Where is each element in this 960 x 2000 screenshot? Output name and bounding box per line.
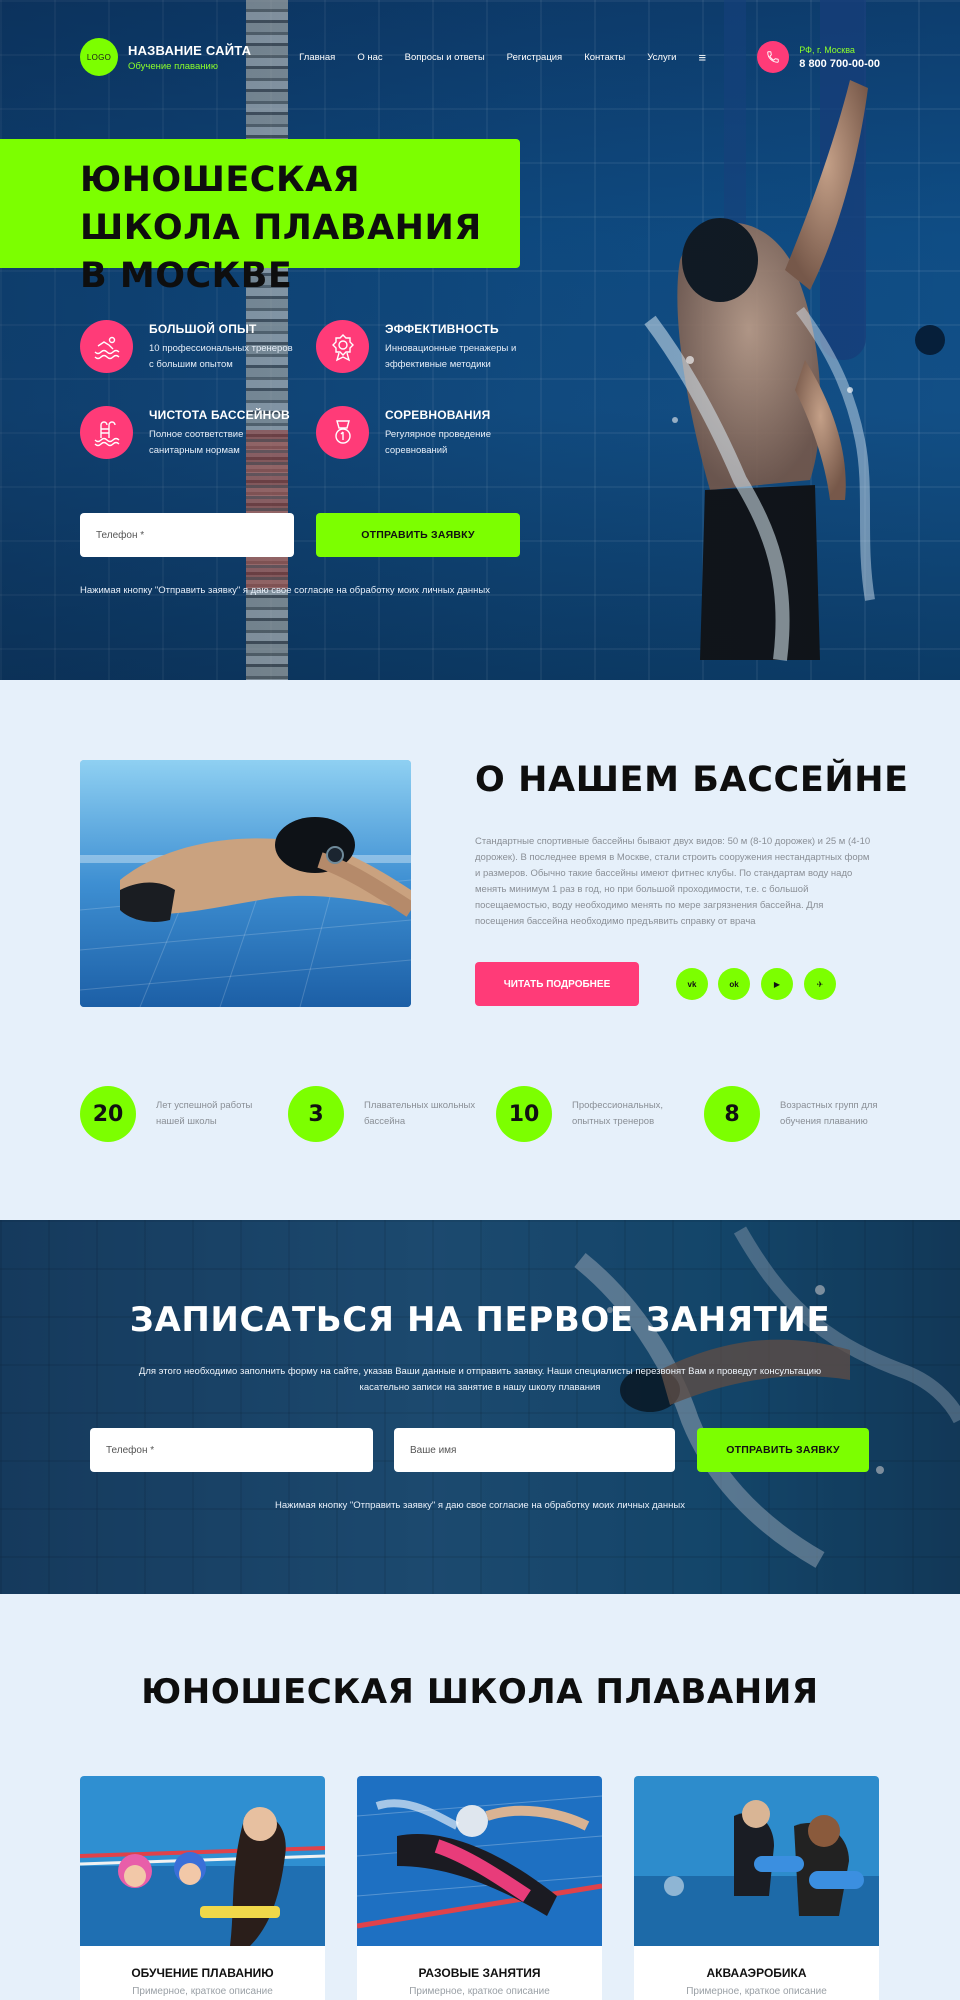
stat-value: 8 [704, 1086, 760, 1142]
nav-item-faq[interactable]: Вопросы и ответы [405, 52, 485, 63]
stat-years: 20 Лет успешной работы нашей школы [80, 1086, 280, 1142]
signup-consent-text: Нажимая кнопку "Отправить заявку" я даю … [275, 1500, 685, 1511]
hero-submit-button[interactable]: ОТПРАВИТЬ ЗАЯВКУ [316, 513, 520, 557]
contact-city: РФ, г. Москва [799, 44, 855, 55]
signup-title: ЗАПИСАТЬСЯ НА ПЕРВОЕ ЗАНЯТИЕ [129, 1300, 831, 1340]
vk-icon[interactable]: vk [676, 968, 708, 1000]
feature-text: Инновационные тренажеры и эффективные ме… [385, 343, 517, 370]
phone-icon[interactable] [757, 41, 790, 73]
youtube-icon[interactable]: ▶ [761, 968, 793, 1000]
feature-text: 10 профессиональных тренеров с большим о… [149, 343, 293, 370]
feature-experience: БОЛЬШОЙ ОПЫТ 10 профессиональных тренеро… [80, 320, 300, 380]
stat-groups: 8 Возрастных групп для обучения плаванию [704, 1086, 904, 1142]
signup-section: ЗАПИСАТЬСЯ НА ПЕРВОЕ ЗАНЯТИЕ Для этого н… [0, 1220, 960, 1594]
stat-value: 20 [80, 1086, 136, 1142]
feature-cleanliness: ЧИСТОТА БАССЕЙНОВ Полное соответствие са… [80, 406, 300, 466]
about-title: О НАШЕМ БАССЕЙНЕ [475, 760, 909, 800]
signup-text: Для этого необходимо заполнить форму на … [138, 1366, 822, 1393]
feature-efficiency: ЭФФЕКТИВНОСТЬ Инновационные тренажеры и … [316, 320, 536, 380]
service-card[interactable]: РАЗОВЫЕ ЗАНЯТИЯ Примерное, краткое описа… [357, 1776, 602, 2000]
read-more-button[interactable]: ЧИТАТЬ ПОДРОБНЕЕ [475, 962, 639, 1006]
main-nav: Главная О нас Вопросы и ответы Регистрац… [299, 50, 706, 65]
feature-text: Регулярное проведение соревнований [385, 429, 492, 456]
feature-title: БОЛЬШОЙ ОПЫТ [149, 322, 257, 336]
hero-consent-text: Нажимая кнопку "Отправить заявку" я даю … [80, 585, 490, 596]
menu-icon[interactable]: ≡ [698, 50, 706, 65]
card-photo [357, 1776, 602, 1946]
stat-value: 10 [496, 1086, 552, 1142]
stat-coaches: 10 Профессиональных, опытных тренеров [496, 1086, 696, 1142]
nav-item-services[interactable]: Услуги [647, 52, 676, 63]
site-name: НАЗВАНИЕ САЙТА [128, 42, 252, 58]
about-photo [80, 760, 411, 1007]
card-description: Примерное, краткое описание [409, 1986, 550, 1997]
card-title: РАЗОВЫЕ ЗАНЯТИЯ [418, 1966, 541, 1980]
card-title: АКВААЭРОБИКА [706, 1966, 807, 1980]
brand: НАЗВАНИЕ САЙТА Обучение плаванию [128, 43, 251, 72]
telegram-icon[interactable]: ✈ [804, 968, 836, 1000]
pool-ladder-icon [80, 406, 133, 459]
feature-title: ЧИСТОТА БАССЕЙНОВ [149, 408, 290, 422]
stat-text: Плавательных школьных бассейна [364, 1100, 476, 1127]
hero-section: LOGO НАЗВАНИЕ САЙТА Обучение плаванию Гл… [0, 0, 960, 680]
nav-item-registration[interactable]: Регистрация [507, 52, 563, 63]
signup-overlay [0, 1220, 960, 1594]
contact-phone[interactable]: 8 800 700-00-00 [799, 58, 880, 70]
hero-title: ЮНОШЕСКАЯ ШКОЛА ПЛАВАНИЯ В МОСКВЕ [80, 160, 482, 296]
hero-phone-input[interactable]: Телефон * [80, 513, 294, 557]
nav-item-about[interactable]: О нас [357, 52, 382, 63]
site-subtitle: Обучение плаванию [128, 60, 218, 72]
feature-competitions: СОРЕВНОВАНИЯ Регулярное проведение сорев… [316, 406, 536, 466]
stat-text: Лет успешной работы нашей школы [156, 1100, 253, 1127]
signup-phone-input[interactable]: Телефон * [90, 1428, 373, 1472]
contact-text: РФ, г. Москва 8 800 700-00-00 [799, 45, 880, 70]
header-contact: РФ, г. Москва 8 800 700-00-00 [757, 41, 880, 73]
site-header: LOGO НАЗВАНИЕ САЙТА Обучение плаванию Гл… [80, 37, 880, 77]
award-icon [316, 406, 369, 459]
stat-value: 3 [288, 1086, 344, 1142]
stat-text: Профессиональных, опытных тренеров [572, 1100, 664, 1127]
odnoklassniki-icon[interactable]: ok [718, 968, 750, 1000]
signup-submit-button[interactable]: ОТПРАВИТЬ ЗАЯВКУ [697, 1428, 869, 1472]
card-photo [634, 1776, 879, 1946]
stat-text: Возрастных групп для обучения плаванию [780, 1100, 878, 1127]
page: LOGO НАЗВАНИЕ САЙТА Обучение плаванию Гл… [0, 0, 960, 2000]
feature-title: ЭФФЕКТИВНОСТЬ [385, 322, 499, 336]
feature-title: СОРЕВНОВАНИЯ [385, 408, 491, 422]
stat-pools: 3 Плавательных школьных бассейна [288, 1086, 488, 1142]
medal-icon [316, 320, 369, 373]
card-photo [80, 1776, 325, 1946]
signup-name-input[interactable]: Ваше имя [394, 1428, 675, 1472]
card-description: Примерное, краткое описание [132, 1986, 273, 1997]
nav-item-contacts[interactable]: Контакты [584, 52, 625, 63]
service-card[interactable]: ОБУЧЕНИЕ ПЛАВАНИЮ Примерное, краткое опи… [80, 1776, 325, 2000]
logo[interactable]: LOGO [80, 38, 118, 76]
school-title: ЮНОШЕСКАЯ ШКОЛА ПЛАВАНИЯ [141, 1672, 819, 1712]
card-description: Примерное, краткое описание [686, 1986, 827, 1997]
service-card[interactable]: АКВААЭРОБИКА Примерное, краткое описание [634, 1776, 879, 2000]
about-text: Стандартные спортивные бассейны бывают д… [475, 836, 871, 927]
card-title: ОБУЧЕНИЕ ПЛАВАНИЮ [131, 1966, 274, 1980]
swimmer-icon [80, 320, 133, 373]
feature-text: Полное соответствие санитарным нормам [149, 429, 244, 456]
nav-item-home[interactable]: Главная [299, 52, 335, 63]
